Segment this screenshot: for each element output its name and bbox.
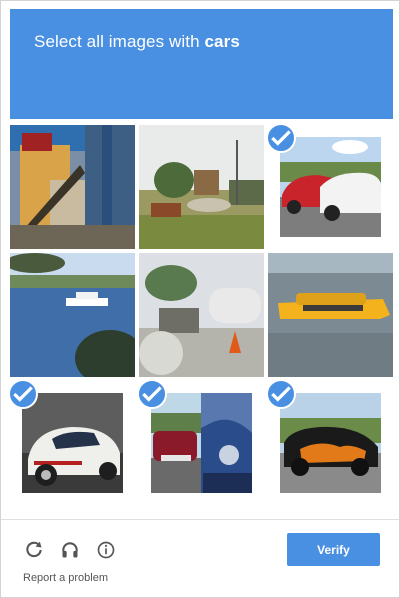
captcha-dialog: Select all images with cars Report a pro…: [0, 0, 400, 598]
footer-tools: [21, 537, 119, 563]
tile-yellow-boat[interactable]: [268, 253, 393, 377]
tile-image: [268, 253, 393, 377]
tile-tanks-cone[interactable]: [139, 253, 264, 377]
selected-check-icon: [268, 125, 296, 153]
tile-industrial-interior[interactable]: [10, 125, 135, 249]
prompt-object: cars: [204, 32, 240, 51]
prompt-prefix: Select all images with: [34, 32, 200, 51]
report-problem-link[interactable]: Report a problem: [23, 572, 108, 584]
info-icon[interactable]: [93, 537, 119, 563]
tile-flame-car[interactable]: [268, 381, 393, 505]
tile-lake-boat[interactable]: [10, 253, 135, 377]
headphones-icon[interactable]: [57, 537, 83, 563]
selected-check-icon: [268, 381, 296, 409]
verify-button[interactable]: Verify: [287, 533, 380, 566]
image-grid: [10, 125, 393, 493]
tile-red-car-collage[interactable]: [139, 381, 264, 505]
tile-image: [139, 125, 264, 249]
tile-construction-site[interactable]: [139, 125, 264, 249]
tile-image: [280, 393, 381, 493]
tile-image: [280, 137, 381, 237]
tile-image: [139, 253, 264, 377]
challenge-header: Select all images with cars: [10, 9, 393, 119]
selected-check-icon: [10, 381, 38, 409]
challenge-prompt: Select all images with cars: [34, 32, 240, 52]
tile-image: [22, 393, 123, 493]
tile-image: [10, 253, 135, 377]
tile-image: [10, 125, 135, 249]
tile-white-car[interactable]: [10, 381, 135, 505]
reload-icon[interactable]: [21, 537, 47, 563]
tile-red-white-cars[interactable]: [268, 125, 393, 249]
tile-image: [151, 393, 252, 493]
selected-check-icon: [139, 381, 167, 409]
footer-divider: [1, 519, 399, 520]
